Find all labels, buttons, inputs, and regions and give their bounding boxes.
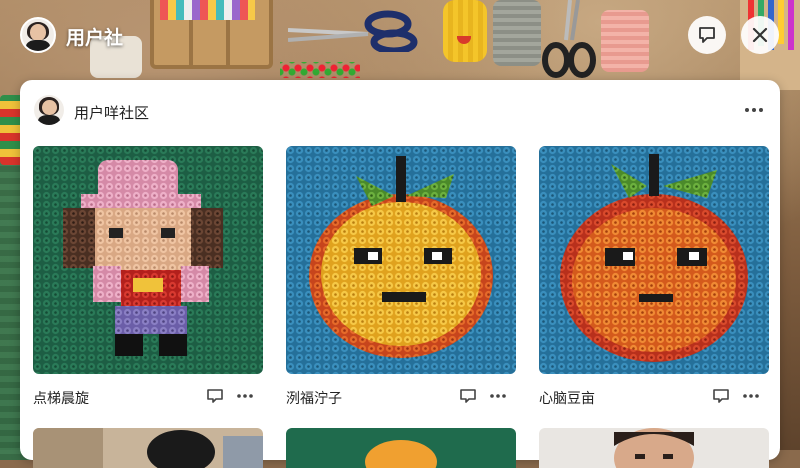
- post-card[interactable]: 点梯晨旋: [33, 146, 263, 408]
- comment-icon: [207, 389, 223, 403]
- post-image[interactable]: [286, 146, 516, 374]
- comment-icon: [713, 389, 729, 403]
- top-bar: 用户社: [0, 0, 800, 72]
- close-icon: [752, 27, 768, 43]
- community-avatar[interactable]: [34, 95, 64, 125]
- user-avatar[interactable]: [20, 17, 56, 53]
- app-title: 用户社: [66, 28, 124, 49]
- post-image[interactable]: [286, 428, 516, 468]
- community-title: 用户咩社区: [74, 105, 150, 122]
- comment-button[interactable]: [205, 386, 225, 406]
- post-image[interactable]: [539, 428, 769, 468]
- post-more-button[interactable]: [233, 386, 257, 406]
- chat-button[interactable]: [688, 16, 726, 54]
- more-horizontal-icon: [743, 394, 759, 398]
- more-horizontal-icon: [490, 394, 506, 398]
- post-caption: 洌福泞子: [286, 390, 342, 406]
- close-button[interactable]: [741, 16, 779, 54]
- post-more-button[interactable]: [739, 386, 763, 406]
- post-card[interactable]: 心脑豆亩: [539, 146, 769, 408]
- community-card: 用户咩社区 点梯晨旋 洌福泞子 心脑豆亩: [20, 80, 780, 468]
- chat-icon: [699, 27, 715, 43]
- more-horizontal-icon: [237, 394, 253, 398]
- post-card[interactable]: 洌福泞子: [286, 146, 516, 408]
- more-horizontal-icon: [745, 108, 763, 112]
- post-caption: 点梯晨旋: [33, 390, 89, 406]
- post-image[interactable]: [33, 146, 263, 374]
- card-header: 用户咩社区: [20, 80, 780, 140]
- post-image[interactable]: [539, 146, 769, 374]
- comment-button[interactable]: [458, 386, 478, 406]
- comment-button[interactable]: [711, 386, 731, 406]
- post-more-button[interactable]: [486, 386, 510, 406]
- card-more-button[interactable]: [742, 98, 766, 122]
- post-caption: 心脑豆亩: [539, 390, 595, 406]
- post-image[interactable]: [33, 428, 263, 468]
- comment-icon: [460, 389, 476, 403]
